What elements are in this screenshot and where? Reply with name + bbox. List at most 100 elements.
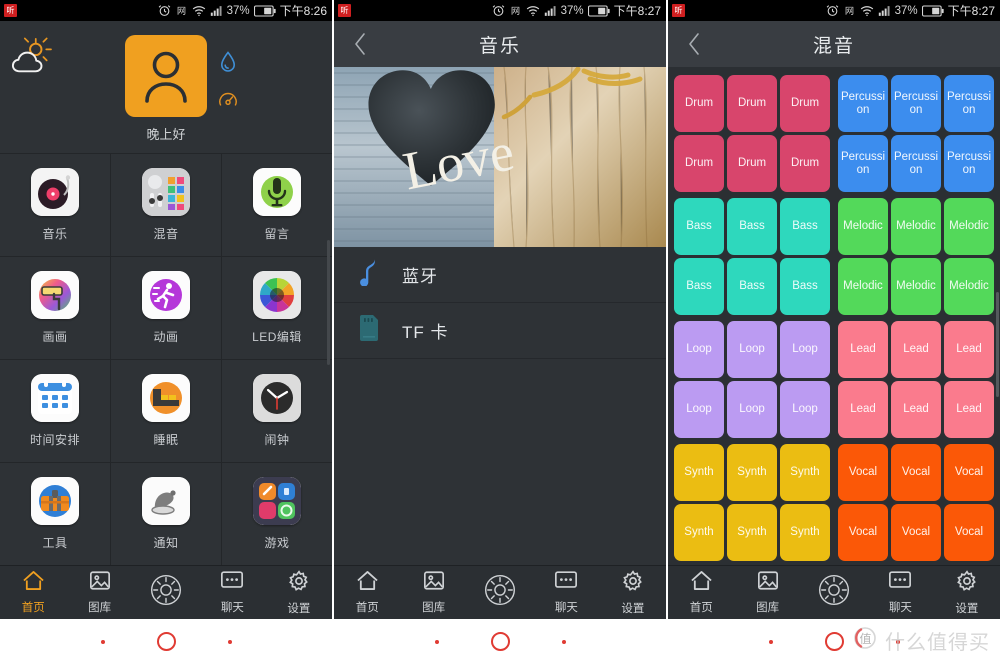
pad-label: Lead xyxy=(956,343,982,356)
list-item-tf-card[interactable]: TF 卡 xyxy=(334,303,666,359)
pad-bass[interactable]: Bass xyxy=(780,258,830,315)
gear-icon xyxy=(956,569,978,597)
pad-lead[interactable]: Lead xyxy=(891,381,941,438)
pad-lead[interactable]: Lead xyxy=(891,321,941,378)
pad-drum[interactable]: Drum xyxy=(727,135,777,192)
back-button[interactable] xyxy=(227,639,232,644)
pad-synth[interactable]: Synth xyxy=(727,444,777,501)
app-cell-music[interactable]: 音乐 xyxy=(0,154,110,256)
app-cell-games[interactable]: 游戏 xyxy=(222,463,332,565)
nav-item-home[interactable]: 首页 xyxy=(668,570,734,615)
pad-melodic[interactable]: Melodic xyxy=(838,198,888,255)
pad-loop[interactable]: Loop xyxy=(727,321,777,378)
water-drop-icon[interactable] xyxy=(220,51,236,78)
nav-item-gallery[interactable]: 图库 xyxy=(400,570,466,615)
nav-item-chat[interactable]: 聊天 xyxy=(533,570,599,615)
nav-item-home[interactable]: 首页 xyxy=(0,570,66,615)
pad-vocal[interactable]: Vocal xyxy=(944,444,994,501)
pad-vocal[interactable]: Vocal xyxy=(838,444,888,501)
pad-loop[interactable]: Loop xyxy=(780,321,830,378)
app-cell-led-edit[interactable]: LED编辑 xyxy=(222,257,332,359)
pad-synth[interactable]: Synth xyxy=(674,504,724,561)
pad-percussion[interactable]: Percussion xyxy=(944,75,994,132)
pad-vocal[interactable]: Vocal xyxy=(838,504,888,561)
gauge-icon[interactable] xyxy=(218,90,238,115)
pad-melodic[interactable]: Melodic xyxy=(891,198,941,255)
nav-item-chat[interactable]: 聊天 xyxy=(867,570,933,615)
pad-drum[interactable]: Drum xyxy=(727,75,777,132)
pad-bass[interactable]: Bass xyxy=(780,198,830,255)
pad-bass[interactable]: Bass xyxy=(674,258,724,315)
nav-item-settings[interactable]: 设置 xyxy=(600,569,666,616)
nav-item-brightness[interactable] xyxy=(467,574,533,611)
pad-drum[interactable]: Drum xyxy=(674,75,724,132)
app-cell-animation[interactable]: 动画 xyxy=(111,257,221,359)
pad-vocal[interactable]: Vocal xyxy=(944,504,994,561)
pad-percussion[interactable]: Percussion xyxy=(838,135,888,192)
recents-button[interactable] xyxy=(768,639,773,644)
user-avatar-icon[interactable] xyxy=(125,35,207,117)
pad-drum[interactable]: Drum xyxy=(780,135,830,192)
pad-melodic[interactable]: Melodic xyxy=(891,258,941,315)
pad-percussion[interactable]: Percussion xyxy=(838,75,888,132)
mixer-scrollbar[interactable] xyxy=(996,292,999,397)
pad-lead[interactable]: Lead xyxy=(838,321,888,378)
nav-item-gallery[interactable]: 图库 xyxy=(66,570,132,615)
list-item-bluetooth[interactable]: 蓝牙 xyxy=(334,247,666,303)
nav-item-gallery[interactable]: 图库 xyxy=(734,570,800,615)
pad-lead[interactable]: Lead xyxy=(944,321,994,378)
home-button[interactable] xyxy=(490,632,510,651)
phone-panel-mixer: 听 网 37% 下午8:27 混音 Drum Drum Drum Drum Dr… xyxy=(668,0,1000,664)
app-grid-scrollbar[interactable] xyxy=(327,240,330,365)
nav-item-settings[interactable]: 设置 xyxy=(934,569,1000,616)
recents-button[interactable] xyxy=(100,639,105,644)
pad-bass[interactable]: Bass xyxy=(674,198,724,255)
pad-label: Drum xyxy=(684,97,714,110)
pad-synth[interactable]: Synth xyxy=(780,444,830,501)
app-cell-voice-message[interactable]: 留言 xyxy=(222,154,332,256)
home-button[interactable] xyxy=(156,632,176,651)
pad-percussion[interactable]: Percussion xyxy=(944,135,994,192)
app-cell-mixer[interactable]: 混音 xyxy=(111,154,221,256)
app-cell-sleep[interactable]: 睡眠 xyxy=(111,360,221,462)
app-cell-tools[interactable]: 工具 xyxy=(0,463,110,565)
pad-melodic[interactable]: Melodic xyxy=(838,258,888,315)
pad-loop[interactable]: Loop xyxy=(674,321,724,378)
pad-loop[interactable]: Loop xyxy=(727,381,777,438)
app-cell-draw[interactable]: 画画 xyxy=(0,257,110,359)
pad-drum[interactable]: Drum xyxy=(780,75,830,132)
chevron-left-icon[interactable] xyxy=(676,21,712,67)
pad-lead[interactable]: Lead xyxy=(944,381,994,438)
user-avatar-block[interactable]: 晚上好 xyxy=(125,35,207,143)
app-cell-alarm[interactable]: 闹钟 xyxy=(222,360,332,462)
pad-melodic[interactable]: Melodic xyxy=(944,258,994,315)
nav-item-home[interactable]: 首页 xyxy=(334,570,400,615)
pad-synth[interactable]: Synth xyxy=(727,504,777,561)
phone-chin-buttons xyxy=(334,619,666,664)
status-time-label: 下午8:27 xyxy=(947,4,995,18)
pad-bass[interactable]: Bass xyxy=(727,198,777,255)
nav-item-settings[interactable]: 设置 xyxy=(266,569,332,616)
pad-drum[interactable]: Drum xyxy=(674,135,724,192)
pad-melodic[interactable]: Melodic xyxy=(944,198,994,255)
recents-button[interactable] xyxy=(434,639,439,644)
pad-vocal[interactable]: Vocal xyxy=(891,444,941,501)
pad-lead[interactable]: Lead xyxy=(838,381,888,438)
app-label: 动画 xyxy=(153,330,179,344)
nav-item-brightness[interactable] xyxy=(133,574,199,611)
home-button[interactable] xyxy=(824,632,844,651)
pad-percussion[interactable]: Percussion xyxy=(891,75,941,132)
pad-vocal[interactable]: Vocal xyxy=(891,504,941,561)
chevron-left-icon[interactable] xyxy=(342,21,378,67)
pad-synth[interactable]: Synth xyxy=(780,504,830,561)
pad-loop[interactable]: Loop xyxy=(780,381,830,438)
pad-synth[interactable]: Synth xyxy=(674,444,724,501)
pad-bass[interactable]: Bass xyxy=(727,258,777,315)
app-cell-schedule[interactable]: 时间安排 xyxy=(0,360,110,462)
app-cell-notification[interactable]: 通知 xyxy=(111,463,221,565)
pad-percussion[interactable]: Percussion xyxy=(891,135,941,192)
nav-item-brightness[interactable] xyxy=(801,574,867,611)
pad-loop[interactable]: Loop xyxy=(674,381,724,438)
nav-item-chat[interactable]: 聊天 xyxy=(199,570,265,615)
back-button[interactable] xyxy=(561,639,566,644)
